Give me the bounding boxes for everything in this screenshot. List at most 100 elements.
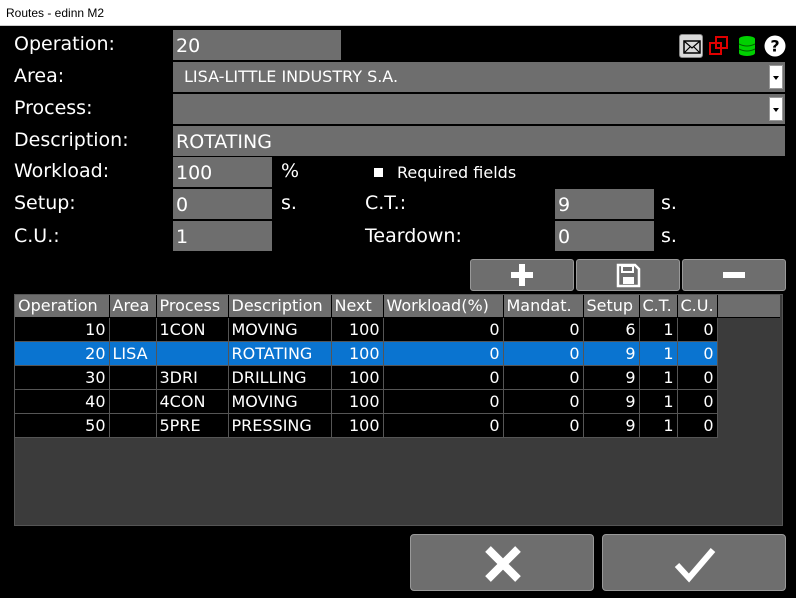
- cell-cu: 0: [677, 365, 718, 390]
- routes-table: Operation Area Process Description Next Workl…: [15, 295, 781, 438]
- table-row[interactable]: 10 1CON MOVING 100 0 0 6 1 0: [15, 317, 780, 342]
- header-col-cu[interactable]: C.U.: [677, 295, 718, 318]
- cell-operation: 20: [15, 341, 110, 366]
- minus-icon: [723, 272, 745, 278]
- add-row-button[interactable]: [470, 259, 574, 291]
- cell-next: 100: [331, 341, 384, 366]
- cell-workload: 0: [383, 389, 504, 414]
- ct-field[interactable]: 9: [555, 189, 654, 219]
- cell-process: 1CON: [156, 317, 229, 342]
- save-row-button[interactable]: [576, 259, 680, 291]
- mail-icon[interactable]: [679, 34, 703, 58]
- header-col-ct[interactable]: C.T.: [639, 295, 678, 318]
- process-label: Process:: [14, 97, 93, 119]
- table-row[interactable]: 30 3DRI DRILLING 100 0 0 9 1 0: [15, 365, 780, 390]
- header-col-area[interactable]: Area: [109, 295, 157, 318]
- required-fields-legend: Required fields: [374, 163, 516, 183]
- cell-setup: 6: [583, 317, 640, 342]
- cell-ct: 1: [639, 413, 678, 438]
- remove-row-button[interactable]: [682, 259, 786, 291]
- ct-label: C.T.:: [365, 192, 407, 214]
- cell-setup: 9: [583, 413, 640, 438]
- cell-workload: 0: [383, 365, 504, 390]
- setup-label: Setup:: [14, 192, 76, 214]
- cell-cu: 0: [677, 341, 718, 366]
- workload-unit: %: [281, 160, 300, 182]
- teardown-label: Teardown:: [365, 225, 462, 247]
- cell-next: 100: [331, 389, 384, 414]
- table-row[interactable]: 40 4CON MOVING 100 0 0 9 1 0: [15, 389, 780, 414]
- cell-cu: 0: [677, 317, 718, 342]
- setup-unit: s.: [281, 192, 297, 214]
- cell-description: PRESSING: [228, 413, 332, 438]
- accept-button[interactable]: [602, 534, 786, 591]
- cell-area: LISA: [109, 341, 157, 366]
- routes-grid[interactable]: Operation Area Process Description Next Workl…: [14, 294, 783, 526]
- header-filler: [717, 295, 781, 318]
- cell-mandatory: 0: [503, 365, 584, 390]
- cell-setup: 9: [583, 389, 640, 414]
- header-col-setup[interactable]: Setup: [583, 295, 640, 318]
- cu-field[interactable]: 1: [173, 221, 272, 251]
- table-header-row: Operation Area Process Description Next Workl…: [15, 295, 781, 318]
- cell-next: 100: [331, 365, 384, 390]
- cell-mandatory: 0: [503, 317, 584, 342]
- ct-unit: s.: [661, 192, 677, 214]
- cell-ct: 1: [639, 317, 678, 342]
- cell-operation: 40: [15, 389, 110, 414]
- cell-next: 100: [331, 317, 384, 342]
- cell-area: [109, 365, 157, 390]
- header-col-process[interactable]: Process: [156, 295, 229, 318]
- header-col-mandatory[interactable]: Mandat.: [503, 295, 584, 318]
- process-select[interactable]: [173, 94, 785, 124]
- operation-field[interactable]: 20: [173, 30, 341, 60]
- checkmark-icon: [674, 548, 716, 583]
- cancel-button[interactable]: [410, 534, 594, 591]
- cell-workload: 0: [383, 317, 504, 342]
- area-select[interactable]: LISA-LITTLE INDUSTRY S.A.: [173, 62, 785, 92]
- table-row[interactable]: 50 5PRE PRESSING 100 0 0 9 1 0: [15, 413, 780, 438]
- setup-field[interactable]: 0: [173, 189, 272, 219]
- teardown-unit: s.: [661, 225, 677, 247]
- required-marker-icon: [374, 168, 383, 177]
- area-select-value: LISA-LITTLE INDUSTRY S.A.: [184, 67, 399, 86]
- cell-cu: 0: [677, 389, 718, 414]
- operation-label: Operation:: [14, 33, 115, 55]
- required-fields-label: Required fields: [397, 163, 517, 182]
- cell-cu: 0: [677, 413, 718, 438]
- cell-process: 4CON: [156, 389, 229, 414]
- workload-field[interactable]: 100: [173, 157, 272, 187]
- cell-next: 100: [331, 413, 384, 438]
- window-titlebar: Routes - edinn M2: [0, 0, 796, 26]
- cell-workload: 0: [383, 341, 504, 366]
- cu-label: C.U.:: [14, 225, 60, 247]
- cell-area: [109, 317, 157, 342]
- header-col-description[interactable]: Description: [228, 295, 332, 318]
- cell-process: 5PRE: [156, 413, 229, 438]
- header-col-operation[interactable]: Operation: [15, 295, 110, 318]
- workload-label: Workload:: [14, 160, 110, 182]
- cell-operation: 50: [15, 413, 110, 438]
- help-icon[interactable]: ?: [763, 34, 787, 58]
- chevron-down-icon[interactable]: [769, 97, 783, 121]
- description-field[interactable]: ROTATING: [173, 126, 785, 156]
- close-icon: [485, 546, 521, 582]
- cell-mandatory: 0: [503, 389, 584, 414]
- cell-setup: 9: [583, 341, 640, 366]
- header-col-next[interactable]: Next: [331, 295, 384, 318]
- cell-area: [109, 413, 157, 438]
- chevron-down-icon[interactable]: [769, 65, 783, 89]
- table-row[interactable]: 20 LISA ROTATING 100 0 0 9 1 0: [15, 341, 780, 366]
- database-icon[interactable]: [735, 34, 759, 58]
- cell-description: DRILLING: [228, 365, 332, 390]
- cell-workload: 0: [383, 413, 504, 438]
- cell-description: MOVING: [228, 389, 332, 414]
- svg-text:?: ?: [770, 37, 779, 56]
- cell-area: [109, 389, 157, 414]
- plus-icon: [511, 264, 533, 286]
- cell-ct: 1: [639, 365, 678, 390]
- cell-description: MOVING: [228, 317, 332, 342]
- teardown-field[interactable]: 0: [555, 221, 654, 251]
- header-col-workload[interactable]: Workload(%): [383, 295, 504, 318]
- copy-windows-icon[interactable]: [707, 34, 731, 58]
